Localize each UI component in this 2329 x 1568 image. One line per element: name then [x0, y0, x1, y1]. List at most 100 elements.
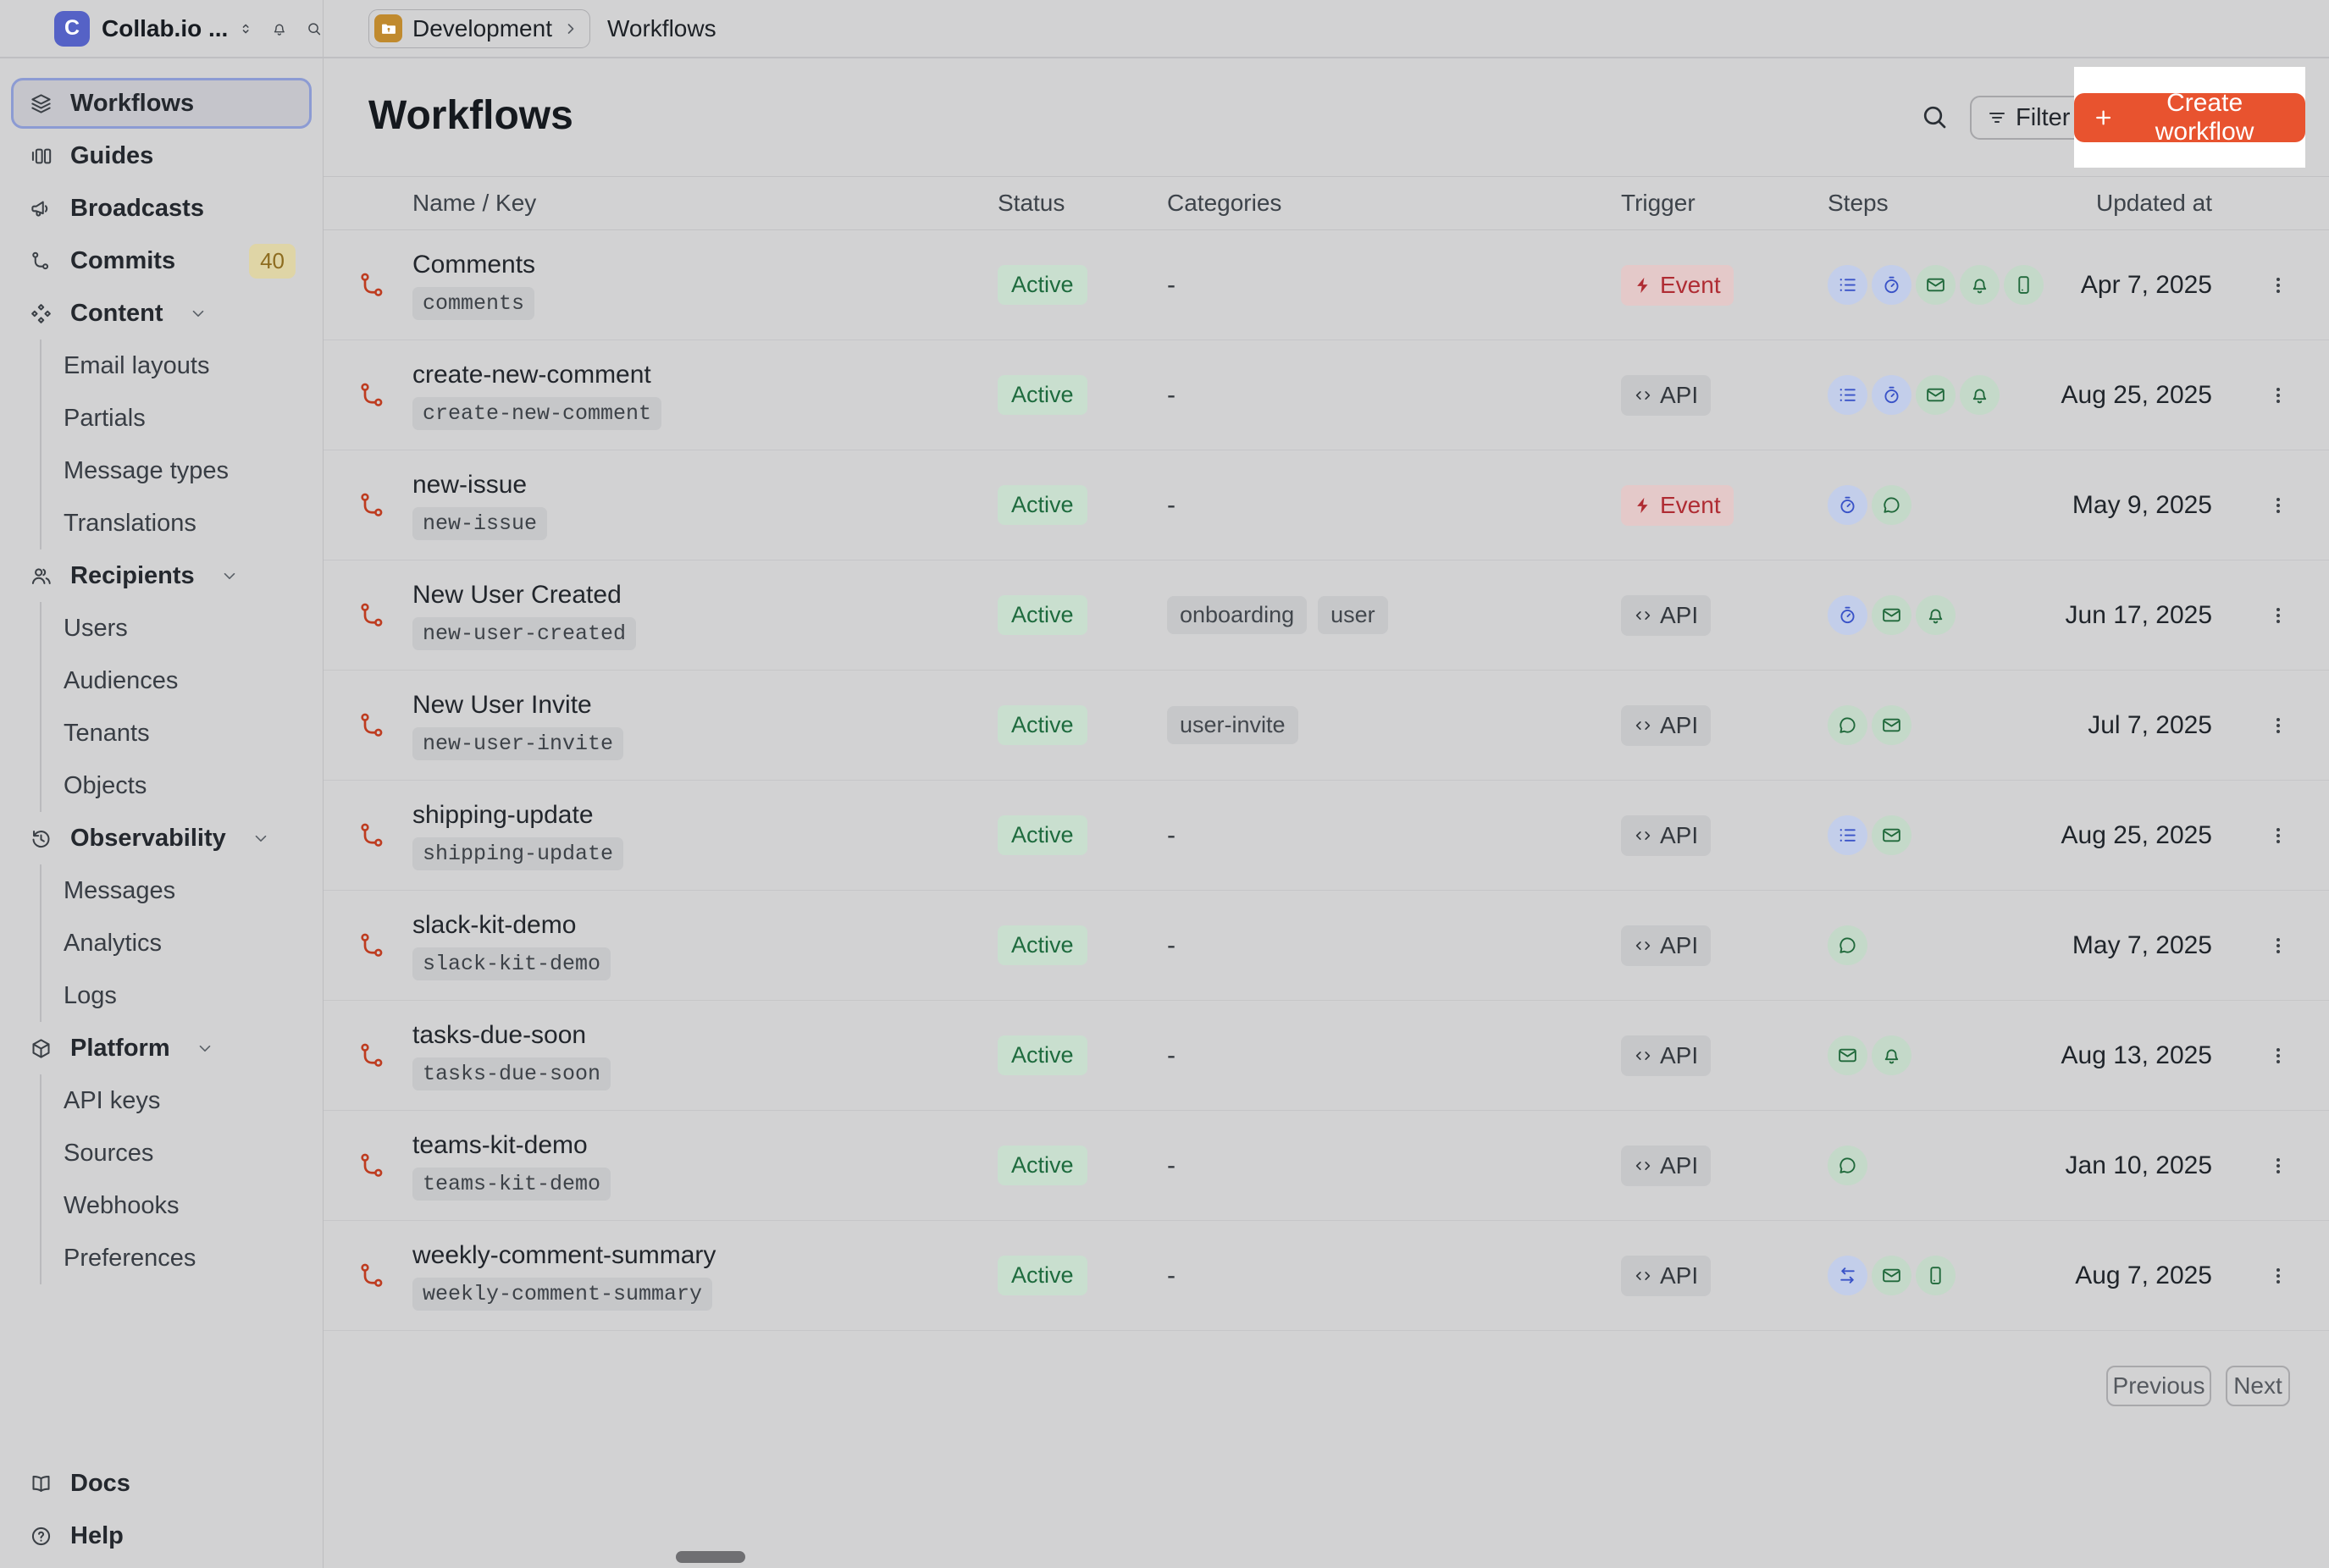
- workflow-icon-cell: [357, 560, 388, 670]
- table-row[interactable]: weekly-comment-summaryweekly-comment-sum…: [324, 1221, 2329, 1331]
- workflow-key-badge: comments: [412, 287, 534, 320]
- next-page-button[interactable]: Next: [2226, 1366, 2290, 1406]
- trigger-cell: API: [1621, 340, 1711, 450]
- workflow-name[interactable]: Comments: [412, 251, 535, 279]
- workflow-key-badge: shipping-update: [412, 837, 623, 870]
- folder-icon: [374, 14, 402, 42]
- workflow-key-badge: teams-kit-demo: [412, 1168, 611, 1201]
- workflow-name[interactable]: new-issue: [412, 471, 527, 500]
- sidebar-item-objects[interactable]: Objects: [11, 760, 312, 811]
- steps-cell: [1828, 450, 1911, 560]
- sidebar-item-audiences[interactable]: Audiences: [11, 655, 312, 706]
- status-badge: Active: [998, 1035, 1087, 1075]
- bell-icon[interactable]: [271, 17, 288, 41]
- sidebar-item-content[interactable]: Content: [11, 288, 312, 339]
- row-menu-button[interactable]: [2261, 340, 2295, 450]
- chevron-down-icon: [220, 566, 239, 585]
- sidebar-item-email-layouts[interactable]: Email layouts: [11, 340, 312, 391]
- step-phone-icon: [2004, 265, 2044, 305]
- empty-categories-dash: -: [1167, 1151, 1176, 1180]
- sidebar-item-sources[interactable]: Sources: [11, 1128, 312, 1179]
- sidebar-item-label: Workflows: [70, 90, 194, 118]
- updated-at-cell: Aug 7, 2025: [2075, 1221, 2212, 1330]
- sidebar-item-label: Translations: [64, 510, 196, 538]
- workflow-key-badge: tasks-due-soon: [412, 1057, 611, 1090]
- step-chat-icon: [1828, 705, 1867, 745]
- row-menu-button[interactable]: [2261, 560, 2295, 670]
- sidebar-item-platform[interactable]: Platform: [11, 1023, 312, 1074]
- workflow-icon-cell: [357, 230, 388, 340]
- sidebar-item-commits[interactable]: Commits40: [11, 235, 312, 286]
- row-menu-button[interactable]: [2261, 1221, 2295, 1330]
- table-row[interactable]: new-issuenew-issueActive-EventMay 9, 202…: [324, 450, 2329, 560]
- row-menu-button[interactable]: [2261, 1111, 2295, 1220]
- row-menu-button[interactable]: [2261, 230, 2295, 340]
- row-menu-button[interactable]: [2261, 781, 2295, 890]
- table-row[interactable]: create-new-commentcreate-new-commentActi…: [324, 340, 2329, 450]
- workflow-name[interactable]: create-new-comment: [412, 361, 651, 389]
- sidebar-item-message-types[interactable]: Message types: [11, 445, 312, 496]
- workflow-icon: [357, 820, 388, 851]
- org-switcher[interactable]: C Collab.io ...: [0, 0, 323, 57]
- workflow-name[interactable]: slack-kit-demo: [412, 911, 576, 940]
- sidebar-item-translations[interactable]: Translations: [11, 498, 312, 549]
- sidebar-item-label: Audiences: [64, 667, 178, 695]
- horizontal-scrollbar-thumb[interactable]: [676, 1551, 745, 1563]
- code-icon: [1634, 1267, 1652, 1285]
- sidebar-item-broadcasts[interactable]: Broadcasts: [11, 183, 312, 234]
- sidebar-item-docs[interactable]: Docs: [11, 1458, 312, 1509]
- chat-icon: [1881, 494, 1902, 516]
- step-timer-icon: [1872, 375, 1911, 415]
- sidebar-item-help[interactable]: Help: [11, 1510, 312, 1561]
- search-icon[interactable]: [306, 17, 323, 41]
- row-menu-button[interactable]: [2261, 891, 2295, 1000]
- workflow-name[interactable]: weekly-comment-summary: [412, 1241, 716, 1270]
- sidebar-item-tenants[interactable]: Tenants: [11, 708, 312, 759]
- timer-icon: [1837, 494, 1858, 516]
- sidebar-item-preferences[interactable]: Preferences: [11, 1233, 312, 1284]
- steps-cell: [1828, 891, 1867, 1000]
- name-key-cell: weekly-comment-summaryweekly-comment-sum…: [412, 1221, 716, 1330]
- row-menu-button[interactable]: [2261, 671, 2295, 780]
- sidebar-item-workflows[interactable]: Workflows: [11, 78, 312, 129]
- workflow-name[interactable]: New User Created: [412, 581, 622, 610]
- workflow-name[interactable]: New User Invite: [412, 691, 592, 720]
- previous-page-button[interactable]: Previous: [2106, 1366, 2211, 1406]
- table-row[interactable]: New User Creatednew-user-createdActiveon…: [324, 560, 2329, 671]
- step-phone-icon: [1916, 1256, 1956, 1295]
- sidebar-item-observability[interactable]: Observability: [11, 813, 312, 864]
- table-row[interactable]: shipping-updateshipping-updateActive-API…: [324, 781, 2329, 891]
- table-row[interactable]: tasks-due-soontasks-due-soonActive-APIAu…: [324, 1001, 2329, 1111]
- sidebar-item-recipients[interactable]: Recipients: [11, 550, 312, 601]
- table-search-icon[interactable]: [1919, 102, 1950, 132]
- step-timer-icon: [1828, 595, 1867, 635]
- table-row[interactable]: CommentscommentsActive-EventApr 7, 2025: [324, 230, 2329, 340]
- workflow-name[interactable]: tasks-due-soon: [412, 1021, 586, 1050]
- create-workflow-button[interactable]: Create workflow: [2074, 93, 2305, 142]
- table-row[interactable]: teams-kit-demoteams-kit-demoActive-APIJa…: [324, 1111, 2329, 1221]
- sidebar-item-partials[interactable]: Partials: [11, 393, 312, 444]
- trigger-badge-api: API: [1621, 815, 1711, 856]
- filter-button[interactable]: Filter: [1970, 96, 2087, 140]
- sidebar-item-users[interactable]: Users: [11, 603, 312, 654]
- sidebar-item-logs[interactable]: Logs: [11, 970, 312, 1021]
- table-row[interactable]: New User Invitenew-user-inviteActiveuser…: [324, 671, 2329, 781]
- status-cell: Active: [998, 450, 1087, 560]
- sidebar-item-messages[interactable]: Messages: [11, 865, 312, 916]
- name-key-cell: Comments comments: [412, 230, 535, 340]
- table-row[interactable]: slack-kit-demoslack-kit-demoActive-APIMa…: [324, 891, 2329, 1001]
- sidebar-item-label: Objects: [64, 772, 147, 800]
- row-menu-button[interactable]: [2261, 450, 2295, 560]
- sidebar-item-webhooks[interactable]: Webhooks: [11, 1180, 312, 1231]
- row-menu-button[interactable]: [2261, 1001, 2295, 1110]
- breadcrumb-environment[interactable]: Development: [368, 9, 590, 48]
- sidebar-item-guides[interactable]: Guides: [11, 130, 312, 181]
- unfold-icon[interactable]: [238, 18, 253, 40]
- workflow-name[interactable]: teams-kit-demo: [412, 1131, 588, 1160]
- sidebar-item-analytics[interactable]: Analytics: [11, 918, 312, 969]
- status-badge: Active: [998, 925, 1087, 965]
- code-icon: [1634, 826, 1652, 845]
- workflow-icon-cell: [357, 1001, 388, 1110]
- workflow-name[interactable]: shipping-update: [412, 801, 594, 830]
- sidebar-item-api-keys[interactable]: API keys: [11, 1075, 312, 1126]
